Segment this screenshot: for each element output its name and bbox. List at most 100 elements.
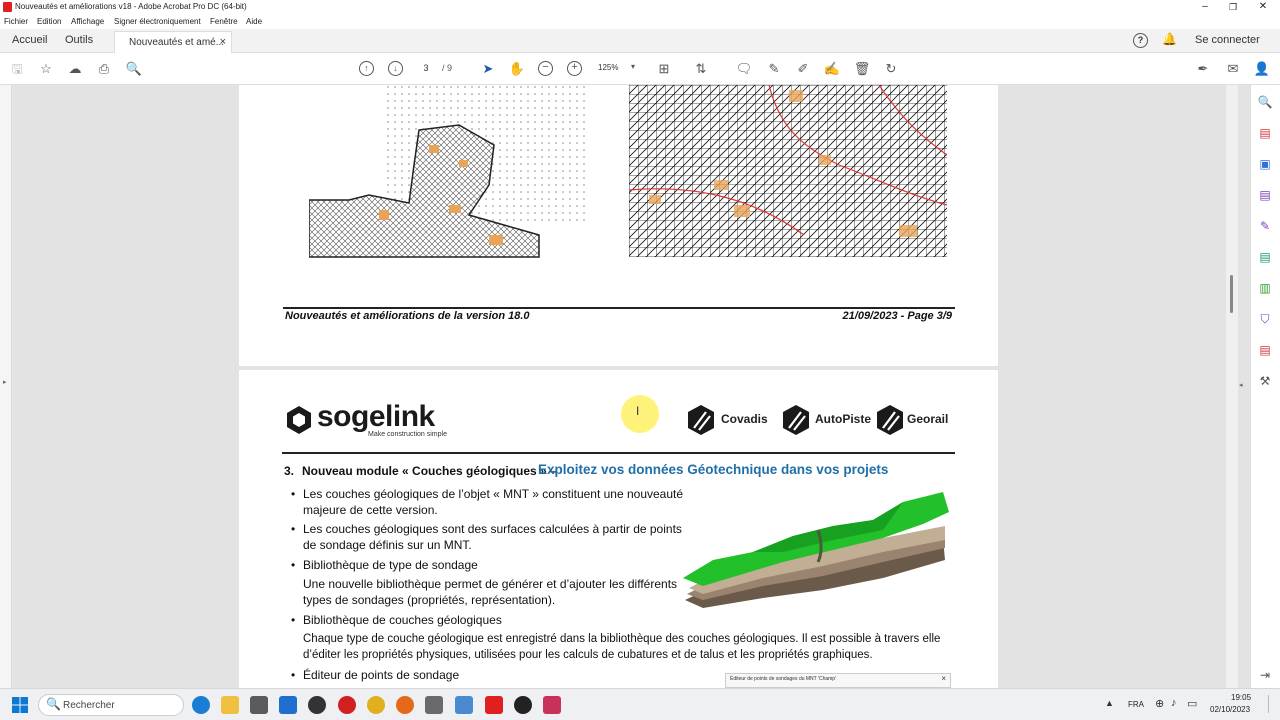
tab-close-icon[interactable]: × <box>220 36 226 48</box>
zoom-tool-icon[interactable]: 🔍 <box>1256 93 1274 111</box>
zoom-dropdown-icon[interactable]: ▾ <box>631 62 635 71</box>
bullet-3-cont: Une nouvelle bibliothèque permet de géné… <box>303 577 678 591</box>
product-georail: Georail <box>907 412 949 426</box>
autocad-icon[interactable] <box>543 696 561 714</box>
opera-icon[interactable] <box>338 696 356 714</box>
rotate-icon[interactable]: ↻ <box>882 60 900 78</box>
combine-files-icon[interactable]: ▣ <box>1256 155 1274 173</box>
window-title: Nouveautés et améliorations v18 - Adobe … <box>15 2 247 11</box>
more-tools-icon[interactable]: ⚒ <box>1256 372 1274 390</box>
windows-start-icon[interactable] <box>12 697 28 713</box>
network-icon[interactable]: ⊕ <box>1155 697 1164 710</box>
next-page-icon[interactable]: ↓ <box>388 61 403 76</box>
collapse-right-pane-icon[interactable]: ◂ <box>1239 381 1243 389</box>
menu-window[interactable]: Fenêtre <box>210 17 238 26</box>
bell-icon[interactable]: 🔔 <box>1162 32 1177 46</box>
spreadsheet-icon[interactable]: ▥ <box>1256 279 1274 297</box>
brand-tagline: Make construction simple <box>368 431 447 438</box>
bullet-3-title: Bibliothèque de type de sondage <box>303 558 478 572</box>
share-user-icon[interactable]: 👤 <box>1253 60 1271 78</box>
menu-file[interactable]: Fichier <box>4 17 28 26</box>
taskbar-search-box[interactable]: 🔍 Rechercher <box>38 694 184 716</box>
save-icon[interactable]: 🖫 <box>8 60 26 78</box>
cursor-highlight <box>621 395 659 433</box>
file-explorer-icon[interactable] <box>221 696 239 714</box>
store-icon[interactable] <box>250 696 268 714</box>
help-icon[interactable]: ? <box>1133 33 1148 48</box>
comment-icon[interactable]: 🗨 <box>735 60 753 78</box>
menu-edit[interactable]: Edition <box>37 17 61 26</box>
battery-icon[interactable]: ▭ <box>1187 697 1197 710</box>
dialog-thumbnail: Éditeur de points de sondages du MNT 'Ch… <box>725 673 951 688</box>
edge-icon[interactable] <box>192 696 210 714</box>
product-autopiste: AutoPiste <box>815 412 872 426</box>
bullet-dot: • <box>291 613 296 627</box>
clock-time[interactable]: 19:05 <box>1231 693 1251 702</box>
tab-document-label: Nouveautés et amé... <box>129 37 225 48</box>
protect-shield-icon[interactable]: ⛉ <box>1256 310 1274 328</box>
maximize-button[interactable]: ❐ <box>1218 0 1248 15</box>
bookmark-star-icon[interactable]: ☆ <box>37 60 55 78</box>
create-pdf-icon[interactable]: ▤ <box>1256 124 1274 142</box>
language-indicator[interactable]: FRA <box>1128 700 1144 709</box>
toolbar: 🖫 ☆ ☁ ⎙ 🔍 ↑ ↓ 3 / 9 ➤ ✋ − + 125% ▾ ⊞ ⇅ 🗨… <box>0 53 1280 85</box>
sign-in-button[interactable]: Se connecter <box>1195 34 1260 46</box>
covadis-logo-icon <box>688 405 714 435</box>
scrollbar[interactable] <box>1226 85 1238 688</box>
mail-icon[interactable] <box>279 696 297 714</box>
bullet-4-cont: Chaque type de couche géologique est enr… <box>303 633 941 645</box>
section-subtitle: Exploitez vos données Géotechnique dans … <box>538 462 889 477</box>
bullet-4-cont2: d’éditer les propriétés physiques, utili… <box>303 649 873 661</box>
record-icon[interactable] <box>514 696 532 714</box>
print-icon[interactable]: ⎙ <box>95 60 113 78</box>
minimize-button[interactable]: – <box>1190 0 1220 15</box>
acrobat-taskbar-icon[interactable] <box>485 696 503 714</box>
select-arrow-icon[interactable]: ➤ <box>479 60 497 78</box>
tab-home[interactable]: Accueil <box>12 34 47 46</box>
export-pdf-icon[interactable]: ▤ <box>1256 248 1274 266</box>
draw-icon[interactable]: ✐ <box>794 60 812 78</box>
firefox-icon[interactable] <box>396 696 414 714</box>
section-title: Nouveau module « Couches géologiques » – <box>302 464 557 478</box>
app-icon-gray[interactable] <box>425 696 443 714</box>
page-fit-icon[interactable]: ⊞ <box>655 60 673 78</box>
pdf-page-3: Nouveautés et améliorations de la versio… <box>239 85 998 366</box>
page-number-input[interactable]: 3 <box>414 63 438 73</box>
fill-sign-icon[interactable]: ✒ <box>1194 60 1212 78</box>
expand-left-pane-icon[interactable]: ▸ <box>3 378 7 386</box>
hand-tool-icon[interactable]: ✋ <box>508 60 526 78</box>
bullet-2-title: Les couches géologiques sont des surface… <box>303 522 682 536</box>
stamp-icon[interactable]: ✍ <box>823 60 841 78</box>
tab-tools[interactable]: Outils <box>65 34 93 46</box>
menu-sign[interactable]: Signer électroniquement <box>114 17 201 26</box>
app-icon-blue[interactable] <box>455 696 473 714</box>
previous-page-icon[interactable]: ↑ <box>359 61 374 76</box>
scroll-mode-icon[interactable]: ⇅ <box>692 60 710 78</box>
scrollbar-thumb[interactable] <box>1230 275 1233 313</box>
collapse-panel-icon[interactable]: ⇥ <box>1256 666 1274 684</box>
zoom-out-icon[interactable]: − <box>538 61 553 76</box>
delete-icon[interactable]: 🗑 <box>853 60 871 78</box>
acrobat-pdf-icon[interactable]: ▤ <box>1256 341 1274 359</box>
tray-expand-icon[interactable]: ▲ <box>1105 698 1114 708</box>
edit-pdf-icon[interactable]: ✎ <box>1256 217 1274 235</box>
volume-icon[interactable]: ♪ <box>1171 697 1177 709</box>
tab-bar: Accueil Outils Nouveautés et amé... × ? … <box>0 29 1280 53</box>
clock-date[interactable]: 02/10/2023 <box>1210 705 1250 714</box>
email-icon[interactable]: ✉ <box>1224 60 1242 78</box>
pdf-page-4: sogelink Make construction simple I Cova… <box>239 370 998 688</box>
zoom-level[interactable]: 125% <box>598 63 618 72</box>
footer-left-text: Nouveautés et améliorations de la versio… <box>285 310 530 322</box>
highlight-pen-icon[interactable]: ✎ <box>765 60 783 78</box>
search-zoom-icon[interactable]: 🔍 <box>125 60 143 78</box>
chrome-icon[interactable] <box>367 696 385 714</box>
zoom-in-icon[interactable]: + <box>567 61 582 76</box>
show-desktop-button[interactable] <box>1268 695 1276 713</box>
tab-document[interactable]: Nouveautés et amé... × <box>114 31 232 53</box>
app-icon-dark[interactable] <box>308 696 326 714</box>
menu-help[interactable]: Aide <box>246 17 262 26</box>
organize-pages-icon[interactable]: ▤ <box>1256 186 1274 204</box>
upload-cloud-icon[interactable]: ☁ <box>66 60 84 78</box>
menu-view[interactable]: Affichage <box>71 17 104 26</box>
close-window-button[interactable]: ✕ <box>1248 0 1278 15</box>
